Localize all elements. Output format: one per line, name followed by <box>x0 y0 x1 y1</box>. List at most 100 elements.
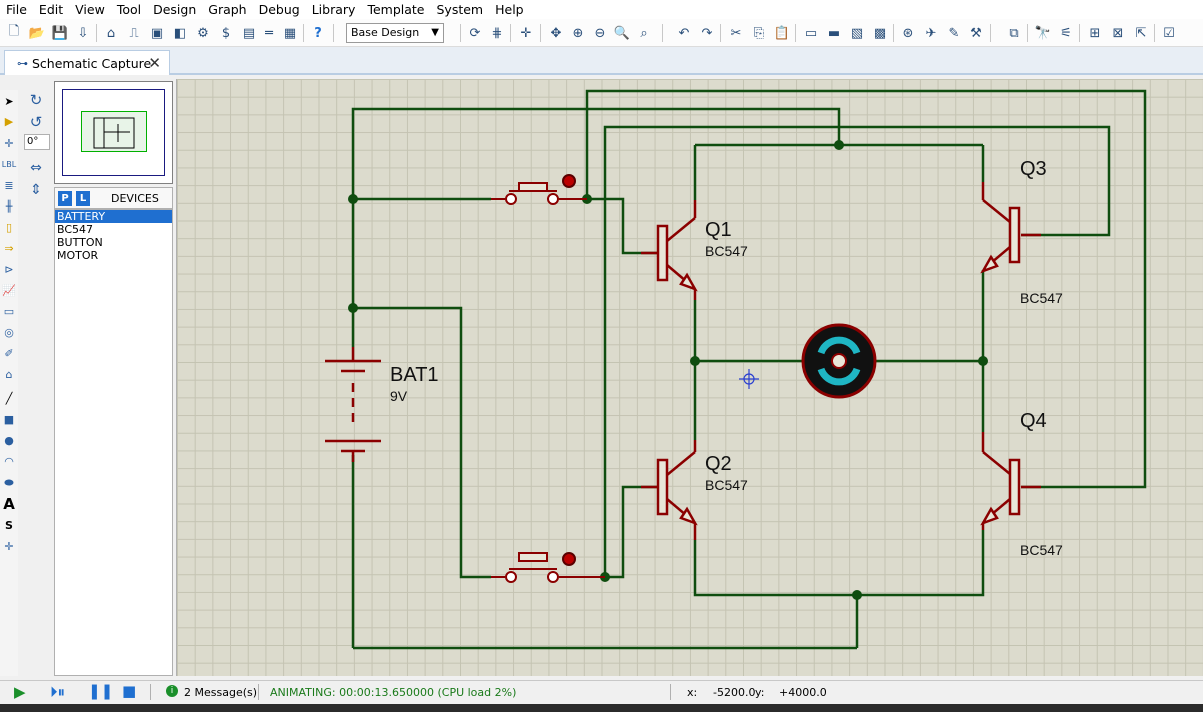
rotation-angle-field[interactable]: 0° <box>24 134 50 150</box>
zoom-all-icon[interactable]: 🔍 <box>612 23 632 43</box>
device-item-battery[interactable]: BATTERY <box>55 210 172 223</box>
make-device-icon[interactable]: ✈ <box>921 23 941 43</box>
transistor-q2[interactable] <box>641 440 698 540</box>
voltage-probe-icon[interactable]: ✐ <box>1 346 17 362</box>
undo-icon[interactable]: ↶ <box>674 23 694 43</box>
chip-icon[interactable]: ▣ <box>147 23 167 43</box>
terminal-icon[interactable]: ⇒ <box>1 241 17 257</box>
block-copy-icon[interactable]: ▭ <box>801 23 821 43</box>
device-item-motor[interactable]: MOTOR <box>55 249 172 262</box>
grid-icon[interactable]: ⋕ <box>487 23 507 43</box>
rotate-clockwise-icon[interactable]: ↻ <box>28 92 44 108</box>
device-item-button[interactable]: BUTTON <box>55 236 172 249</box>
overview-viewport[interactable] <box>81 111 147 152</box>
schematic-canvas[interactable]: BAT1 9V Q1 BC547 Q2 BC547 Q3 BC547 Q4 BC… <box>176 79 1203 676</box>
gerber-icon[interactable]: ⚙ <box>193 23 213 43</box>
menu-graph[interactable]: Graph <box>202 0 252 19</box>
graph-icon[interactable]: 📈 <box>1 283 17 299</box>
new-file-icon[interactable]: 🗋 <box>4 23 24 43</box>
property-assign-icon[interactable]: ⚟ <box>1056 23 1076 43</box>
subcircuit-icon[interactable]: ▯ <box>1 220 17 236</box>
notes-icon[interactable]: ▦ <box>280 23 300 43</box>
junction-dot-icon[interactable]: ✛ <box>1 136 17 152</box>
menu-edit[interactable]: Edit <box>33 0 69 19</box>
tab-schematic-capture[interactable]: ⊶ Schematic Capture ✕ <box>4 50 170 75</box>
zoom-out-icon[interactable]: ⊖ <box>590 23 610 43</box>
step-icon[interactable]: ⏵⏸ <box>50 683 65 701</box>
design-variant-select[interactable]: Base Design ▼ <box>346 23 444 43</box>
transistor-q1[interactable] <box>641 200 698 300</box>
stop-icon[interactable]: ■ <box>122 682 136 700</box>
circle-icon[interactable]: ● <box>1 433 17 449</box>
overview-window[interactable] <box>54 81 173 184</box>
line-icon[interactable]: ╱ <box>1 391 17 407</box>
message-count[interactable]: 2 Message(s) <box>184 686 257 699</box>
import-icon[interactable]: ⇩ <box>73 23 93 43</box>
push-button-bottom[interactable] <box>491 552 605 583</box>
pick-devices-button[interactable]: P <box>58 191 72 206</box>
motor-symbol[interactable] <box>801 323 877 399</box>
wire-autorouter-icon[interactable]: ⧉ <box>1004 23 1024 43</box>
package-tool-icon[interactable]: ✎ <box>944 23 964 43</box>
decompose-icon[interactable]: ⚒ <box>966 23 986 43</box>
block-move-icon[interactable]: ▬ <box>824 23 844 43</box>
path-icon[interactable]: ⬬ <box>1 475 17 491</box>
wire-label-icon[interactable]: LBL <box>1 157 17 173</box>
marker-icon[interactable]: ✛ <box>1 539 17 555</box>
menu-help[interactable]: Help <box>489 0 530 19</box>
menu-tool[interactable]: Tool <box>111 0 147 19</box>
menu-system[interactable]: System <box>430 0 489 19</box>
pick-device-icon[interactable]: ⊛ <box>898 23 918 43</box>
menu-file[interactable]: File <box>0 0 33 19</box>
cut-icon[interactable]: ✂ <box>726 23 746 43</box>
battery-symbol[interactable] <box>325 347 381 462</box>
resistor-icon[interactable]: ═ <box>259 23 279 43</box>
device-pin-icon[interactable]: ⊳ <box>1 262 17 278</box>
push-button-top[interactable] <box>491 174 587 205</box>
remove-sheet-icon[interactable]: ⊠ <box>1108 23 1128 43</box>
menu-template[interactable]: Template <box>361 0 430 19</box>
block-delete-icon[interactable]: ▩ <box>870 23 890 43</box>
paste-icon[interactable]: 📋 <box>772 23 792 43</box>
search-tag-icon[interactable]: 🔭 <box>1033 23 1053 43</box>
component-mode-icon[interactable]: ▶ <box>1 114 17 130</box>
close-icon[interactable]: ✕ <box>148 54 161 72</box>
arc-icon[interactable]: ◠ <box>1 454 17 470</box>
zoom-in-icon[interactable]: ⊕ <box>568 23 588 43</box>
virtual-instrument-icon[interactable]: ⌂ <box>1 367 17 383</box>
text-icon[interactable]: A <box>1 496 17 512</box>
bus-icon[interactable]: ╫ <box>1 199 17 215</box>
tape-recorder-icon[interactable]: ▭ <box>1 304 17 320</box>
mirror-horizontal-icon[interactable]: ⇔ <box>28 160 44 176</box>
pause-icon[interactable]: ❚❚ <box>88 682 113 700</box>
menu-library[interactable]: Library <box>306 0 362 19</box>
home-icon[interactable]: ⌂ <box>101 23 121 43</box>
rotate-anticlockwise-icon[interactable]: ↺ <box>28 114 44 130</box>
mirror-vertical-icon[interactable]: ⇕ <box>28 182 44 198</box>
menu-design[interactable]: Design <box>147 0 202 19</box>
help-icon[interactable]: ? <box>308 23 328 43</box>
bom-icon[interactable]: $ <box>216 23 236 43</box>
transistor-q4[interactable] <box>980 432 1041 530</box>
new-sheet-icon[interactable]: ⊞ <box>1085 23 1105 43</box>
copy-icon[interactable]: ⎘ <box>749 23 769 43</box>
menu-view[interactable]: View <box>69 0 111 19</box>
exit-to-parent-icon[interactable]: ⇱ <box>1131 23 1151 43</box>
box-icon[interactable]: ■ <box>1 412 17 428</box>
menu-debug[interactable]: Debug <box>253 0 306 19</box>
play-icon[interactable]: ▶ <box>14 683 26 701</box>
block-rotate-icon[interactable]: ▧ <box>847 23 867 43</box>
device-item-bc547[interactable]: BC547 <box>55 223 172 236</box>
source-code-icon[interactable]: ▤ <box>239 23 259 43</box>
save-icon[interactable]: 💾 <box>50 23 70 43</box>
library-manager-button[interactable]: L <box>76 191 90 206</box>
origin-icon[interactable]: ✛ <box>516 23 536 43</box>
electrical-rule-check-icon[interactable]: ☑ <box>1159 23 1179 43</box>
generator-icon[interactable]: ◎ <box>1 325 17 341</box>
transistor-q3[interactable] <box>980 182 1041 274</box>
refresh-icon[interactable]: ⟳ <box>465 23 485 43</box>
open-folder-icon[interactable]: 📂 <box>27 23 47 43</box>
schematic-icon[interactable]: ⎍ <box>124 23 144 43</box>
selection-mode-icon[interactable]: ➤ <box>1 94 17 110</box>
zoom-area-icon[interactable]: ⌕ <box>634 23 654 43</box>
